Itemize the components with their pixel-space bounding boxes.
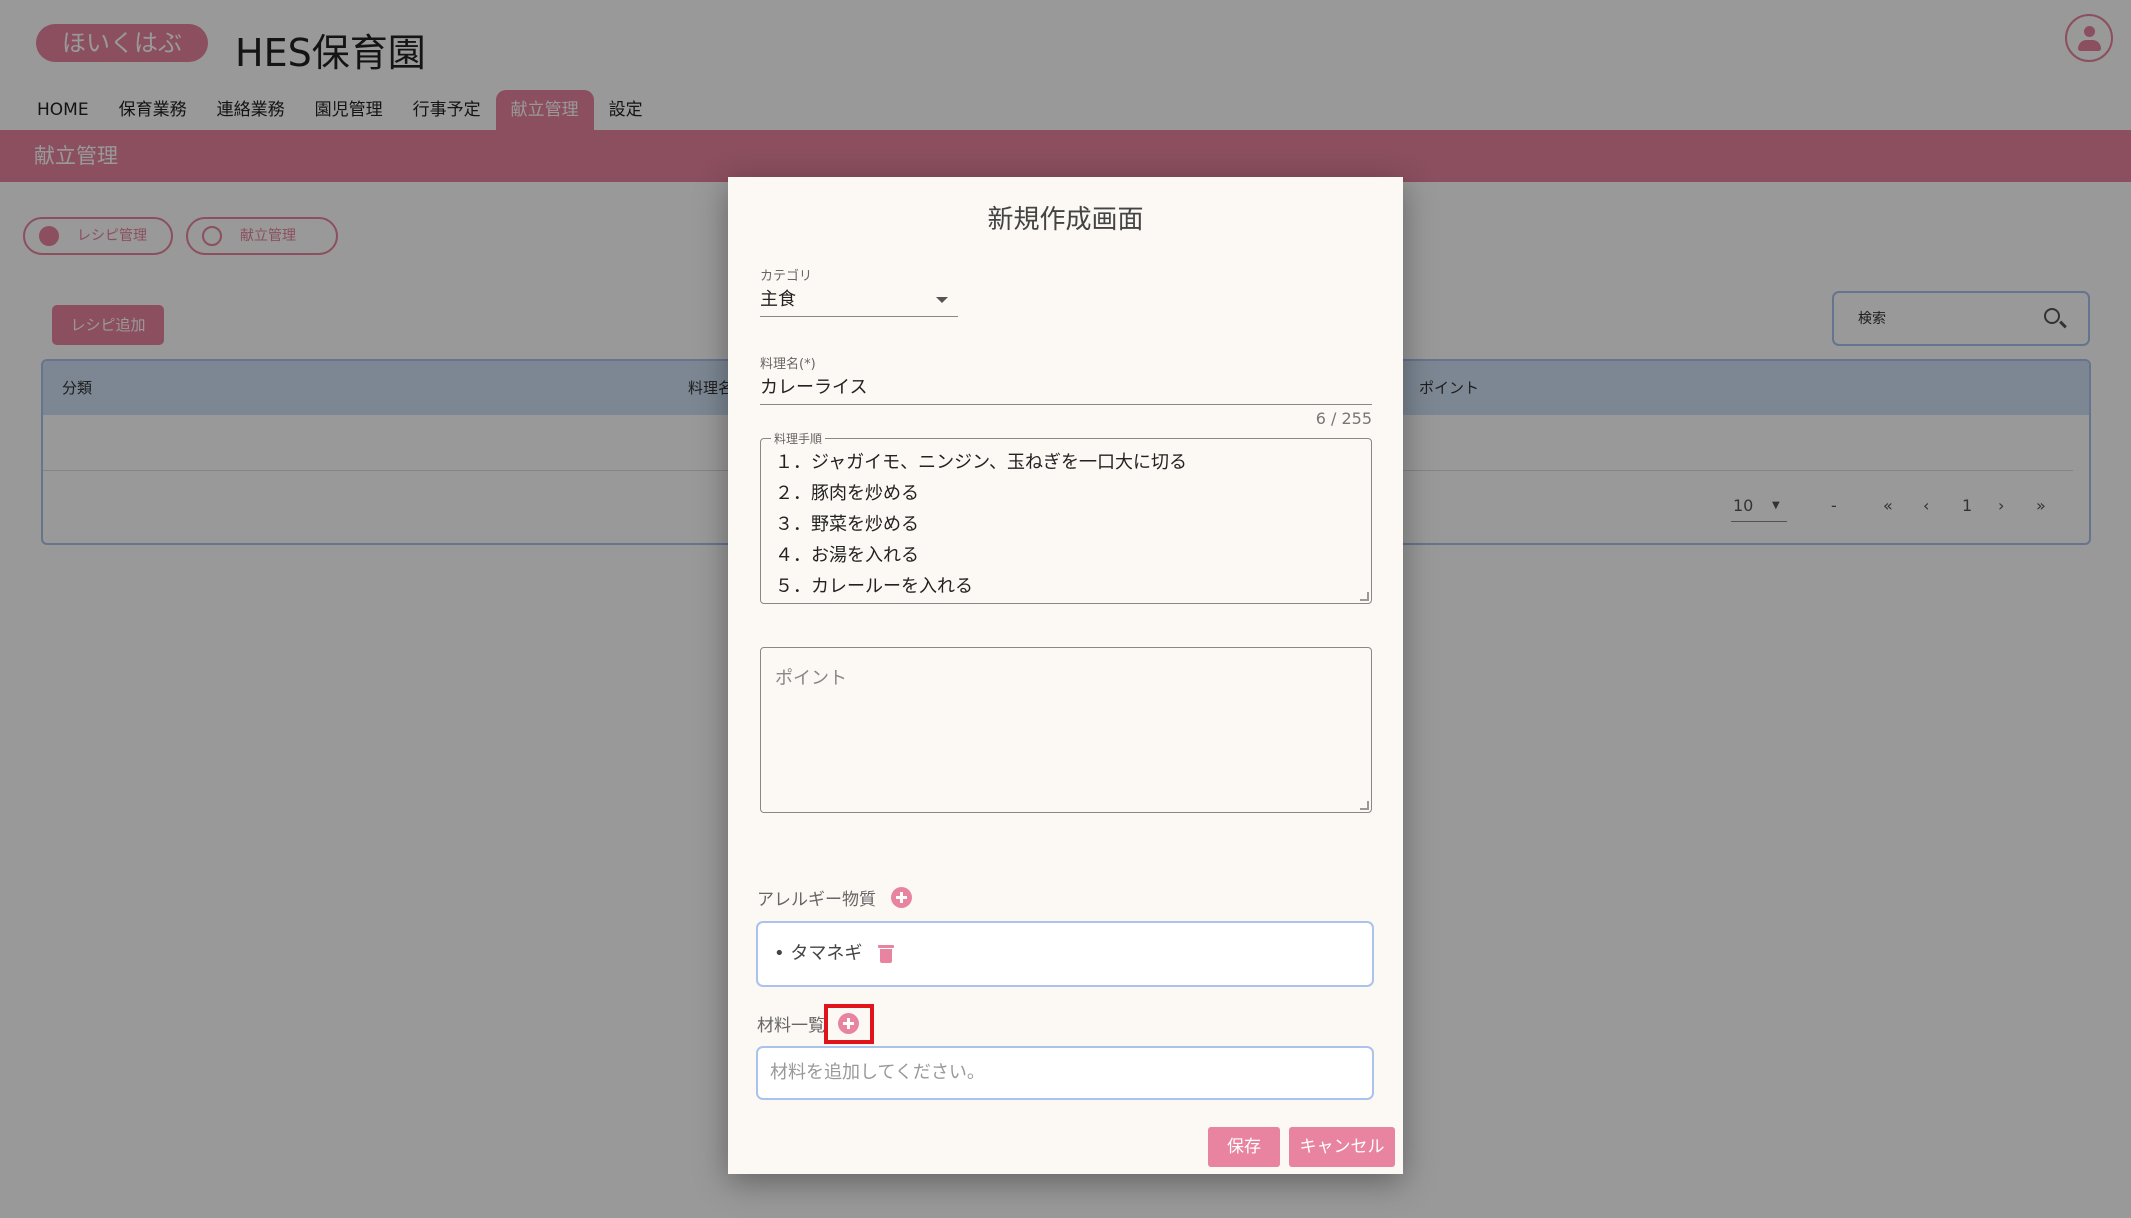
- steps-textarea[interactable]: 料理手順 １．ジャガイモ、ニンジン、玉ねぎを一口大に切る ２．豚肉を炒める ３．…: [760, 430, 1372, 604]
- category-select[interactable]: 主食: [760, 285, 958, 317]
- save-button[interactable]: 保存: [1208, 1127, 1280, 1167]
- category-value: 主食: [760, 289, 796, 310]
- resize-handle[interactable]: [1360, 801, 1369, 810]
- trash-icon[interactable]: [878, 945, 894, 963]
- step-line: ３．野菜を炒める: [775, 514, 919, 535]
- dish-name-label: 料理名(*): [760, 357, 816, 372]
- char-counter: 6 / 255: [1315, 409, 1372, 428]
- step-line: １．ジャガイモ、ニンジン、玉ねぎを一口大に切る: [775, 452, 1188, 473]
- steps-label: 料理手順: [771, 430, 826, 447]
- resize-handle[interactable]: [1360, 592, 1369, 601]
- add-allergy-icon[interactable]: [891, 887, 912, 908]
- allergy-item-label: タマネギ: [790, 943, 863, 964]
- dialog-title: 新規作成画面: [987, 205, 1144, 235]
- material-input[interactable]: 材料を追加してください。: [756, 1046, 1374, 1100]
- cancel-button[interactable]: キャンセル: [1289, 1127, 1395, 1167]
- step-line: ２．豚肉を炒める: [775, 483, 919, 504]
- category-label: カテゴリ: [760, 269, 813, 284]
- point-placeholder: ポイント: [775, 668, 847, 689]
- dish-name-input[interactable]: カレーライス: [760, 373, 1372, 405]
- chevron-down-icon: [936, 297, 948, 303]
- add-material-icon[interactable]: [838, 1013, 859, 1034]
- step-line: ４．お湯を入れる: [775, 545, 919, 566]
- allergy-label: アレルギー物質: [757, 890, 876, 910]
- material-placeholder: 材料を追加してください。: [770, 1062, 985, 1083]
- list-item: • タマネギ: [774, 943, 863, 964]
- point-textarea[interactable]: ポイント: [760, 647, 1372, 813]
- materials-label: 材料一覧: [757, 1016, 825, 1036]
- create-dialog: 新規作成画面 カテゴリ 主食 料理名(*) カレーライス 6 / 255 料理手…: [728, 177, 1403, 1174]
- allergy-list: • タマネギ: [756, 921, 1374, 987]
- step-line: ５．カレールーを入れる: [775, 576, 973, 597]
- dish-name-value: カレーライス: [760, 377, 868, 398]
